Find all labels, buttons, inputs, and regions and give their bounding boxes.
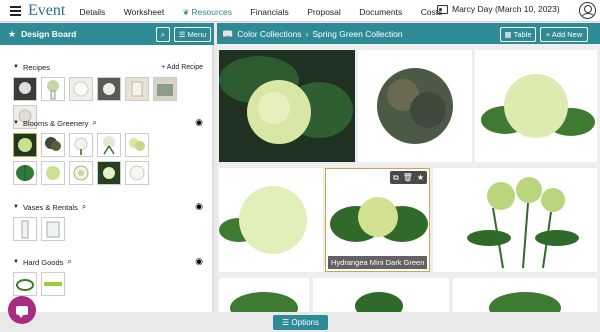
search-icon[interactable]: ⌕ xyxy=(92,118,96,128)
section-title: Recipes xyxy=(22,62,51,72)
nav-resources[interactable]: ❦ Resources xyxy=(183,7,232,17)
hard-goods-section: ▼ Hard Goods ⌕ ◉ xyxy=(13,256,203,296)
section-title: Vases & Rentals xyxy=(22,202,78,212)
search-button[interactable]: ⌕ xyxy=(156,27,170,42)
bloom-thumb[interactable] xyxy=(41,133,65,157)
section-title: Blooms & Greenery xyxy=(22,118,89,128)
bloom-thumb[interactable] xyxy=(97,133,121,157)
breadcrumb-root[interactable]: Color Collections xyxy=(237,29,301,39)
vase-thumb[interactable] xyxy=(41,217,65,241)
bloom-thumb[interactable] xyxy=(69,133,93,157)
table-view-button[interactable]: ▦ Table xyxy=(500,27,536,42)
client-label: Marcy Day (March 10, 2023) xyxy=(452,4,560,14)
nav-financials[interactable]: Financials xyxy=(251,7,289,17)
design-board-title: Design Board xyxy=(21,29,77,39)
section-title: Hard Goods xyxy=(22,257,64,267)
collection-card[interactable] xyxy=(313,278,449,312)
collection-grid: ⧉ 🗑 ★ Hydrangea Mini Dark Green xyxy=(217,44,600,312)
external-link-icon[interactable]: ⧉ xyxy=(393,173,399,183)
search-icon[interactable]: ⌕ xyxy=(82,202,86,212)
collection-card[interactable] xyxy=(219,278,309,312)
main-nav: Details Worksheet ❦ Resources Financials … xyxy=(79,2,456,20)
collection-card[interactable] xyxy=(219,50,355,162)
eye-icon[interactable]: ◉ xyxy=(195,256,203,267)
top-bar: Event Details Worksheet ❦ Resources Finan… xyxy=(0,0,600,22)
user-account-icon[interactable] xyxy=(579,2,596,19)
nav-worksheet[interactable]: Worksheet xyxy=(124,7,164,17)
breadcrumb-current: Spring Green Collection xyxy=(312,29,403,39)
collection-card[interactable] xyxy=(219,168,323,272)
eye-icon[interactable]: ◉ xyxy=(195,201,203,212)
options-button[interactable]: ☰ Options xyxy=(273,315,328,330)
nav-details[interactable]: Details xyxy=(79,7,105,17)
recipe-thumb[interactable] xyxy=(69,77,93,101)
nav-proposal[interactable]: Proposal xyxy=(307,7,341,17)
trash-icon[interactable]: 🗑 xyxy=(403,173,413,182)
menu-icon: ☰ xyxy=(178,30,186,39)
selected-collection-card[interactable]: ⧉ 🗑 ★ Hydrangea Mini Dark Green xyxy=(325,168,430,272)
collection-card[interactable] xyxy=(358,50,472,162)
star-icon: ★ xyxy=(8,28,17,39)
bloom-thumb[interactable] xyxy=(13,161,37,185)
design-board-panel: ▼ Recipes + Add Recipe ▼ Blooms & Greenery… xyxy=(0,45,214,312)
chevron-right-icon: › xyxy=(305,29,309,39)
caret-down-icon[interactable]: ▼ xyxy=(13,259,19,265)
bloom-thumb[interactable] xyxy=(125,161,149,185)
eye-icon[interactable]: ◉ xyxy=(195,117,203,128)
hard-good-thumb[interactable] xyxy=(13,272,37,296)
collection-card[interactable] xyxy=(433,168,597,272)
bloom-thumb[interactable] xyxy=(97,161,121,185)
star-icon[interactable]: ★ xyxy=(417,173,424,182)
hard-good-thumb[interactable] xyxy=(41,272,65,296)
id-card-icon xyxy=(437,4,448,14)
vase-thumb[interactable] xyxy=(13,217,37,241)
design-board-header: ★ Design Board ⌕ ☰ Menu xyxy=(0,23,214,45)
search-icon[interactable]: ⌕ xyxy=(67,257,71,267)
add-recipe-link[interactable]: + Add Recipe xyxy=(161,64,203,71)
bloom-thumb[interactable] xyxy=(69,161,93,185)
add-new-button[interactable]: + Add New xyxy=(540,27,588,42)
bloom-thumb[interactable] xyxy=(125,133,149,157)
collection-card[interactable] xyxy=(475,50,597,162)
caret-down-icon[interactable]: ▼ xyxy=(13,120,19,126)
client-event-info[interactable]: Marcy Day (March 10, 2023) xyxy=(437,4,560,14)
menu-button[interactable]: ☰ Menu xyxy=(174,27,211,42)
card-toolbar: ⧉ 🗑 ★ xyxy=(389,171,427,184)
collection-card[interactable] xyxy=(453,278,597,312)
book-icon: 📖 xyxy=(222,28,234,39)
menu-icon: ☰ xyxy=(282,318,290,327)
search-icon: ⌕ xyxy=(160,29,166,39)
recipe-thumb[interactable] xyxy=(97,77,121,101)
recipe-thumb[interactable] xyxy=(125,77,149,101)
collection-header: 📖 Color Collections › Spring Green Colle… xyxy=(217,23,600,45)
vases-section: ▼ Vases & Rentals ⌕ ◉ xyxy=(13,201,203,241)
chat-bubble-icon[interactable] xyxy=(8,296,36,324)
hamburger-menu-icon[interactable] xyxy=(4,0,26,22)
bloom-thumb[interactable] xyxy=(13,133,37,157)
recipe-thumb[interactable] xyxy=(41,77,65,101)
caret-down-icon[interactable]: ▼ xyxy=(13,64,19,70)
blooms-section: ▼ Blooms & Greenery ⌕ ◉ xyxy=(13,117,203,185)
recipe-thumb[interactable] xyxy=(153,77,177,101)
table-icon: ▦ xyxy=(504,30,512,39)
bloom-thumb[interactable] xyxy=(41,161,65,185)
leaf-icon: ❦ xyxy=(182,7,190,17)
nav-documents[interactable]: Documents xyxy=(359,7,402,17)
brand-logo[interactable]: Event xyxy=(28,2,65,20)
recipe-thumb[interactable] xyxy=(13,77,37,101)
card-caption: Hydrangea Mini Dark Green xyxy=(328,256,427,269)
caret-down-icon[interactable]: ▼ xyxy=(13,204,19,210)
